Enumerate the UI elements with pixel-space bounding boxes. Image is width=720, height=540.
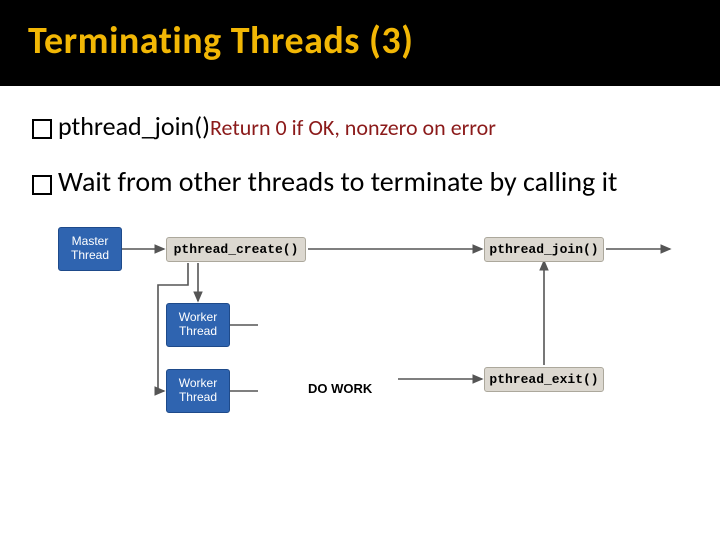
master-thread-box: MasterThread [58,227,122,271]
pthread-exit-box: pthread_exit() [484,367,604,392]
bullet2-text: Wait from other threads to terminate by … [58,164,617,199]
slide-header: Terminating Threads (3) [0,0,720,86]
worker-thread-box-1: WorkerThread [166,303,230,347]
bullet-square-icon [32,119,52,139]
bullet-square-icon [32,175,52,195]
bullet1-text: pthread_join()Return 0 if OK, nonzero on… [58,110,496,142]
return-note: Return 0 if OK, nonzero on error [210,114,496,141]
function-name: pthread_join() [58,110,210,142]
pthread-join-box: pthread_join() [484,237,604,262]
worker-thread-box-2: WorkerThread [166,369,230,413]
pthread-create-box: pthread_create() [166,237,306,262]
do-work-label: DO WORK [308,381,372,396]
slide-body: pthread_join()Return 0 if OK, nonzero on… [0,86,720,431]
slide-title: Terminating Threads (3) [28,18,692,64]
bullet-wait: Wait from other threads to terminate by … [32,164,688,199]
thread-diagram: MasterThread pthread_create() pthread_jo… [58,221,698,431]
bullet-pthread-join: pthread_join()Return 0 if OK, nonzero on… [32,110,688,142]
